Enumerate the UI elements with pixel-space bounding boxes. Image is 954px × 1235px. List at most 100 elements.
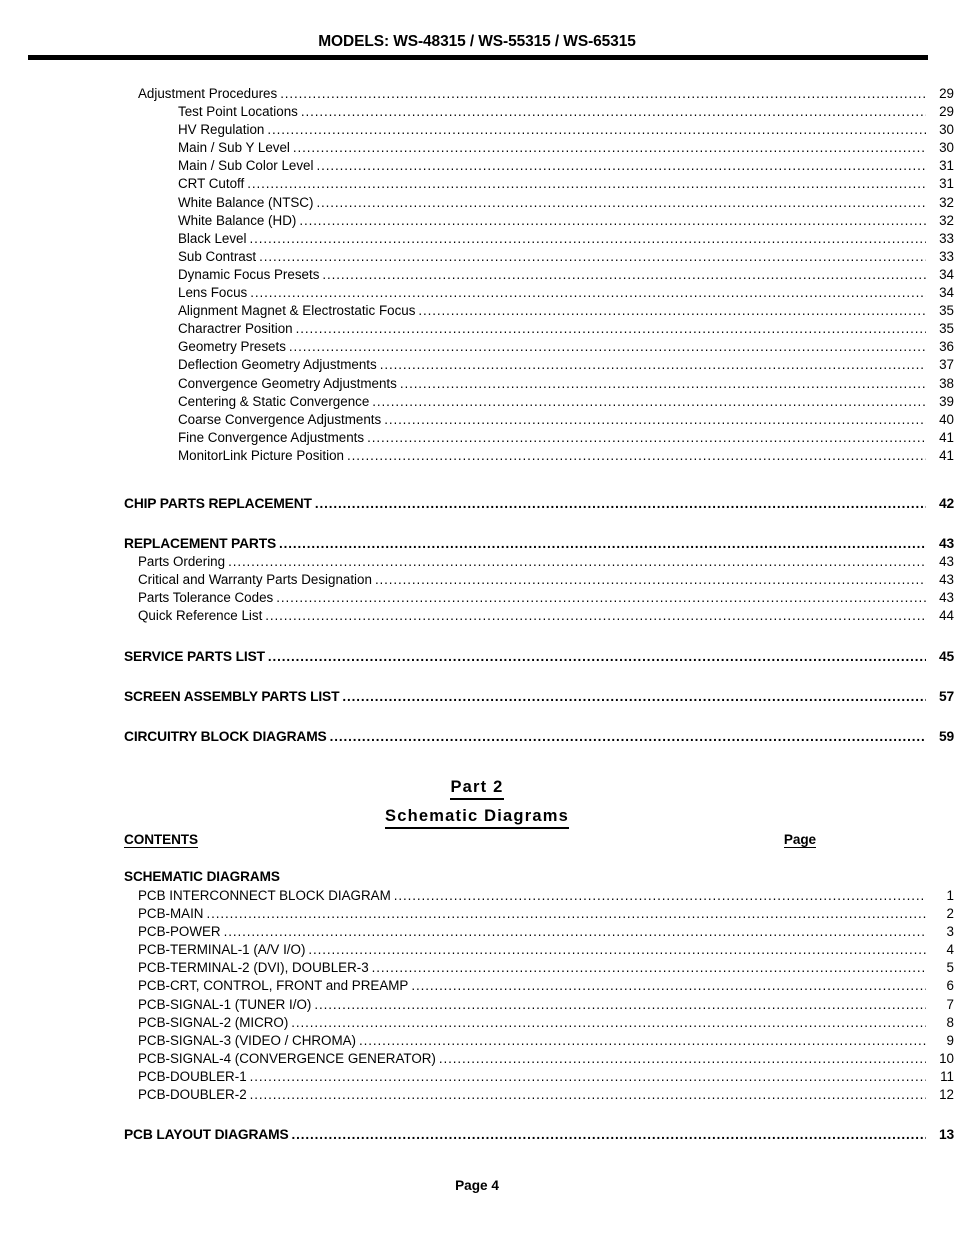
toc-entry-row[interactable]: Main / Sub Y Level 30 [0, 140, 954, 158]
toc-section-row[interactable]: CIRCUITRY BLOCK DIAGRAMS 59 [0, 729, 954, 747]
toc-entry-row[interactable]: White Balance (NTSC) 32 [0, 195, 954, 213]
part-subject-title: Schematic Diagrams [385, 807, 569, 829]
toc-section-row[interactable]: SCREEN ASSEMBLY PARTS LIST 57 [0, 689, 954, 707]
toc-entry-row[interactable]: Charactrer Position 35 [0, 321, 954, 339]
toc-entry-row[interactable]: Adjustment Procedures 29 [0, 86, 954, 104]
toc-dot-leader [228, 555, 926, 568]
toc-entry-label: Critical and Warranty Parts Designation [138, 572, 372, 588]
toc-entry-row[interactable]: Quick Reference List 44 [0, 608, 954, 626]
toc-entry-row[interactable]: Fine Convergence Adjustments 41 [0, 430, 954, 448]
toc-section-row[interactable]: PCB LAYOUT DIAGRAMS 13 [0, 1127, 954, 1145]
toc-entry-row[interactable]: PCB-MAIN 2 [0, 906, 954, 924]
toc-entry-row[interactable]: PCB INTERCONNECT BLOCK DIAGRAM 1 [0, 888, 954, 906]
toc-entry-label: PCB-CRT, CONTROL, FRONT and PREAMP [138, 978, 409, 994]
toc-entry-row[interactable]: Parts Ordering 43 [0, 554, 954, 572]
toc-dot-leader [372, 961, 926, 974]
toc-entry-row[interactable]: PCB-SIGNAL-1 (TUNER I/O) 7 [0, 997, 954, 1015]
toc-entry-label: PCB-SIGNAL-2 (MICRO) [138, 1014, 289, 1030]
toc-dot-leader [289, 340, 926, 353]
toc-entry-row[interactable]: Deflection Geometry Adjustments 37 [0, 357, 954, 375]
toc-entry-page-number: 45 [938, 648, 954, 664]
toc-dot-leader [347, 449, 926, 462]
toc-entry-row[interactable]: HV Regulation 30 [0, 122, 954, 140]
toc-entry-label: Charactrer Position [178, 321, 293, 337]
toc-dot-leader [384, 413, 926, 426]
toc-entry-row[interactable]: Alignment Magnet & Electrostatic Focus 35 [0, 303, 954, 321]
toc-dot-leader [322, 268, 926, 281]
toc-entry-label: SCREEN ASSEMBLY PARTS LIST [124, 688, 340, 704]
toc-dot-leader [293, 141, 926, 154]
toc-entry-label: White Balance (HD) [178, 212, 297, 228]
toc-entry-row[interactable]: Test Point Locations 29 [0, 104, 954, 122]
toc-entry-page-number: 37 [939, 357, 954, 373]
toc-entry-page-number: 5 [946, 960, 954, 976]
toc-entry-label: Dynamic Focus Presets [178, 266, 320, 282]
toc-dot-leader [316, 196, 926, 209]
toc-entry-label: Parts Tolerance Codes [138, 590, 274, 606]
toc-entry-page-number: 31 [939, 158, 954, 174]
toc-section-row[interactable]: SERVICE PARTS LIST 45 [0, 649, 954, 667]
toc-entry-row[interactable]: CRT Cutoff 31 [0, 176, 954, 194]
toc-entry-row[interactable]: Main / Sub Color Level 31 [0, 158, 954, 176]
toc-section-row[interactable]: CHIP PARTS REPLACEMENT 42 [0, 496, 954, 514]
toc-entry-page-number: 6 [946, 978, 954, 994]
toc-entry-row[interactable]: PCB-CRT, CONTROL, FRONT and PREAMP 6 [0, 978, 954, 996]
toc-part1-list: Adjustment Procedures29Test Point Locati… [0, 86, 954, 747]
toc-entry-row[interactable]: Geometry Presets 36 [0, 339, 954, 357]
toc-entry-page-number: 43 [939, 572, 954, 588]
toc-entry-label: PCB-TERMINAL-1 (A/V I/O) [138, 942, 306, 958]
toc-entry-row[interactable]: Critical and Warranty Parts Designation 4… [0, 572, 954, 590]
toc-entry-row[interactable]: Parts Tolerance Codes 43 [0, 590, 954, 608]
toc-entry-page-number: 4 [946, 942, 954, 958]
toc-entry-page-number: 41 [939, 447, 954, 463]
toc-dot-leader [299, 214, 926, 227]
toc-entry-page-number: 38 [939, 375, 954, 391]
toc-entry-label: CIRCUITRY BLOCK DIAGRAMS [124, 728, 327, 744]
toc-entry-page-number: 43 [939, 590, 954, 606]
toc-dot-leader [280, 87, 926, 100]
toc-entry-label: PCB-SIGNAL-3 (VIDEO / CHROMA) [138, 1032, 356, 1048]
toc-entry-row[interactable]: Dynamic Focus Presets 34 [0, 267, 954, 285]
toc-dot-leader [439, 1052, 926, 1065]
toc-entry-label: PCB-SIGNAL-1 (TUNER I/O) [138, 996, 312, 1012]
toc-entry-label: PCB-MAIN [138, 906, 204, 922]
toc-entry-row[interactable]: PCB-TERMINAL-2 (DVI), DOUBLER-3 5 [0, 960, 954, 978]
toc-dot-leader [394, 889, 926, 902]
toc-entry-label: Main / Sub Y Level [178, 140, 290, 156]
toc-entry-row[interactable]: Coarse Convergence Adjustments 40 [0, 412, 954, 430]
toc-entry-row[interactable]: PCB-POWER 3 [0, 924, 954, 942]
toc-entry-label: Sub Contrast [178, 248, 257, 264]
toc-entry-page-number: 12 [939, 1087, 954, 1103]
toc-dot-leader [316, 159, 926, 172]
toc-entry-row[interactable]: PCB-DOUBLER-2 12 [0, 1087, 954, 1105]
toc-spacer [0, 514, 954, 536]
toc-entry-page-number: 30 [939, 140, 954, 156]
toc-dot-leader [206, 907, 926, 920]
toc-entry-row[interactable]: White Balance (HD) 32 [0, 213, 954, 231]
toc-entry-label: Fine Convergence Adjustments [178, 429, 365, 445]
toc-entry-label: Test Point Locations [178, 104, 298, 120]
page-footer: Page 4 [455, 1178, 499, 1193]
toc-entry-row[interactable]: Convergence Geometry Adjustments 38 [0, 376, 954, 394]
toc-entry-row[interactable]: MonitorLink Picture Position 41 [0, 448, 954, 466]
toc-entry-label: White Balance (NTSC) [178, 194, 314, 210]
toc-entry-label: Parts Ordering [138, 554, 226, 570]
page-header-models: MODELS: WS-48315 / WS-55315 / WS-65315 [318, 33, 636, 50]
toc-entry-row[interactable]: PCB-SIGNAL-3 (VIDEO / CHROMA) 9 [0, 1033, 954, 1051]
toc-dot-leader [375, 573, 926, 586]
document-page: MODELS: WS-48315 / WS-55315 / WS-65315 A… [0, 0, 954, 1235]
toc-entry-row[interactable]: PCB-TERMINAL-1 (A/V I/O) 4 [0, 942, 954, 960]
toc-entry-page-number: 42 [938, 495, 954, 511]
toc-entry-row[interactable]: Lens Focus 34 [0, 285, 954, 303]
toc-entry-page-number: 40 [939, 411, 954, 427]
toc-entry-page-number: 44 [939, 608, 954, 624]
toc-dot-leader [314, 998, 926, 1011]
toc-entry-row[interactable]: PCB-SIGNAL-4 (CONVERGENCE GENERATOR) 10 [0, 1051, 954, 1069]
toc-entry-row[interactable]: PCB-SIGNAL-2 (MICRO) 8 [0, 1015, 954, 1033]
toc-section-row[interactable]: REPLACEMENT PARTS 43 [0, 536, 954, 554]
toc-entry-row[interactable]: Black Level 33 [0, 231, 954, 249]
toc-entry-row[interactable]: Sub Contrast 33 [0, 249, 954, 267]
toc-entry-row[interactable]: Centering & Static Convergence 39 [0, 394, 954, 412]
toc-entry-row[interactable]: PCB-DOUBLER-1 11 [0, 1069, 954, 1087]
toc-dot-leader [276, 591, 926, 604]
